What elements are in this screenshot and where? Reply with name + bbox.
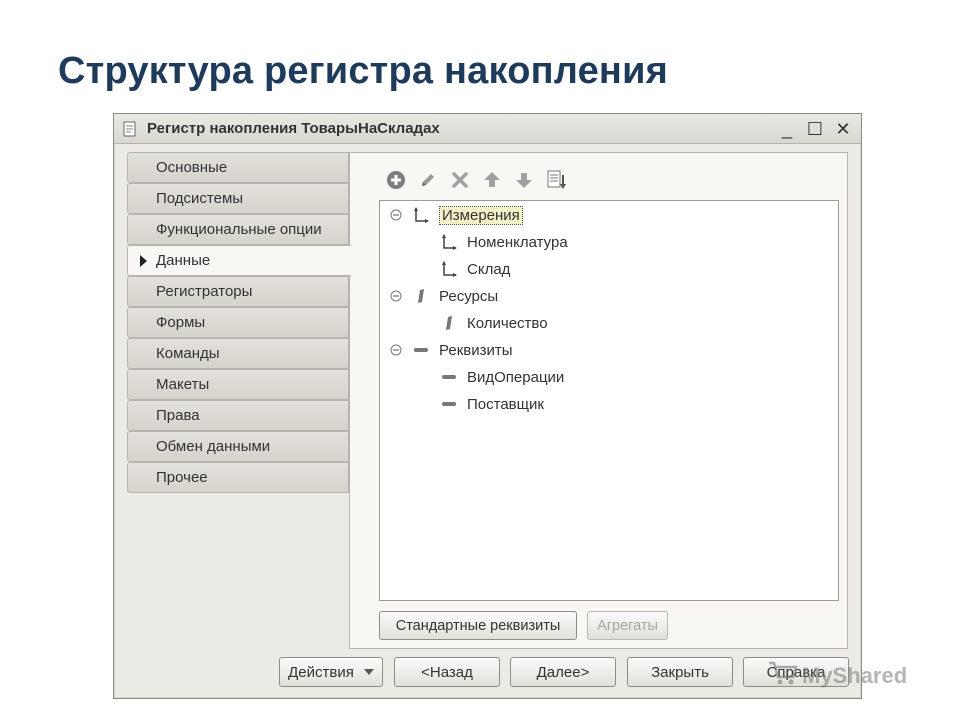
active-arrow-icon xyxy=(140,255,147,267)
tree-row-resursy[interactable]: Ресурсы xyxy=(389,284,498,308)
tree-row-nomenklatura[interactable]: Номенклатура xyxy=(439,230,568,254)
tree-row-label: Склад xyxy=(467,260,511,278)
watermark-text: MyShared xyxy=(802,663,908,688)
move-up-icon[interactable] xyxy=(480,168,504,192)
collapse-icon[interactable] xyxy=(389,208,403,222)
nav-item-osnovnye[interactable]: Основные xyxy=(127,152,349,183)
dimension-axis-icon xyxy=(439,260,459,278)
back-button[interactable]: <Назад xyxy=(394,657,500,687)
delete-icon[interactable] xyxy=(448,168,472,192)
nav-item-komandy[interactable]: Команды xyxy=(127,338,349,369)
attribute-icon xyxy=(411,341,431,359)
section-nav: Основные Подсистемы Функциональные опции… xyxy=(127,152,351,493)
aggregates-button[interactable]: Агрегаты xyxy=(587,611,668,640)
close-button[interactable]: Закрыть xyxy=(627,657,733,687)
tree-row-label: Реквизиты xyxy=(439,341,513,359)
watermark: MyShared xyxy=(768,660,907,692)
cart-logo-icon xyxy=(768,660,798,692)
tree-row-izmereniya[interactable]: Измерения xyxy=(389,203,523,227)
nav-item-label: Функциональные опции xyxy=(156,221,322,238)
nav-item-label: Права xyxy=(156,407,200,424)
dimension-axis-icon xyxy=(411,206,431,224)
nav-item-label: Основные xyxy=(156,159,228,176)
tree-row-label: Количество xyxy=(467,314,548,332)
chevron-down-icon xyxy=(363,669,374,675)
nav-item-prochee[interactable]: Прочее xyxy=(127,462,349,493)
tree-row-vidoperatsii[interactable]: ВидОперации xyxy=(439,365,564,389)
nav-item-podsistemy[interactable]: Подсистемы xyxy=(127,183,349,214)
edit-pencil-icon[interactable] xyxy=(416,168,440,192)
minimize-icon[interactable]: _ xyxy=(777,119,797,139)
nav-item-label: Подсистемы xyxy=(156,190,244,207)
nav-item-registratory[interactable]: Регистраторы xyxy=(127,276,349,307)
tree-row-label: Номенклатура xyxy=(467,233,568,251)
nav-item-obmen-dannymi[interactable]: Обмен данными xyxy=(127,431,349,462)
close-icon[interactable]: ✕ xyxy=(833,119,853,139)
register-object-icon xyxy=(121,120,139,138)
resource-icon xyxy=(439,314,459,332)
tree-row-postavshchik[interactable]: Поставщик xyxy=(439,392,544,416)
collapse-icon[interactable] xyxy=(389,289,403,303)
sort-list-icon[interactable] xyxy=(544,168,568,192)
nav-item-label: Регистраторы xyxy=(156,283,253,300)
tree-row-label: Измерения xyxy=(439,205,523,225)
maximize-icon[interactable]: ☐ xyxy=(805,119,825,139)
nav-item-prava[interactable]: Права xyxy=(127,400,349,431)
nav-item-funktsionalnye-optsii[interactable]: Функциональные опции xyxy=(127,214,349,245)
tree-toolbar xyxy=(384,167,568,193)
tree-row-label: Поставщик xyxy=(467,395,544,413)
nav-item-label: Команды xyxy=(156,345,220,362)
nav-item-label: Прочее xyxy=(156,469,208,486)
nav-item-label: Данные xyxy=(156,252,211,269)
actions-dropdown-button[interactable]: Действия xyxy=(279,657,383,687)
tree-row-label: ВидОперации xyxy=(467,368,565,386)
resource-icon xyxy=(411,287,431,305)
tree-row-rekvizity[interactable]: Реквизиты xyxy=(389,338,513,362)
dimension-axis-icon xyxy=(439,233,459,251)
nav-item-label: Обмен данными xyxy=(156,438,271,455)
tree-row-sklad[interactable]: Склад xyxy=(439,257,510,281)
attribute-icon xyxy=(439,395,459,413)
window-title: Регистр накопления ТоварыНаСкладах xyxy=(147,120,440,137)
slide-title: Структура регистра накопления xyxy=(58,50,669,92)
window-titlebar[interactable]: Регистр накопления ТоварыНаСкладах _ ☐ ✕ xyxy=(114,114,861,144)
nav-item-label: Формы xyxy=(156,314,206,331)
next-button[interactable]: Далее> xyxy=(510,657,616,687)
tree-row-label: Ресурсы xyxy=(439,287,499,305)
nav-item-formy[interactable]: Формы xyxy=(127,307,349,338)
collapse-icon[interactable] xyxy=(389,343,403,357)
add-icon[interactable] xyxy=(384,168,408,192)
move-down-icon[interactable] xyxy=(512,168,536,192)
actions-button-label: Действия xyxy=(288,663,354,681)
standard-attributes-button[interactable]: Стандартные реквизиты xyxy=(379,611,577,640)
nav-item-makety[interactable]: Макеты xyxy=(127,369,349,400)
attribute-icon xyxy=(439,368,459,386)
nav-item-label: Макеты xyxy=(156,376,210,393)
tree-row-kolichestvo[interactable]: Количество xyxy=(439,311,548,335)
nav-item-dannye[interactable]: Данные xyxy=(127,245,351,276)
